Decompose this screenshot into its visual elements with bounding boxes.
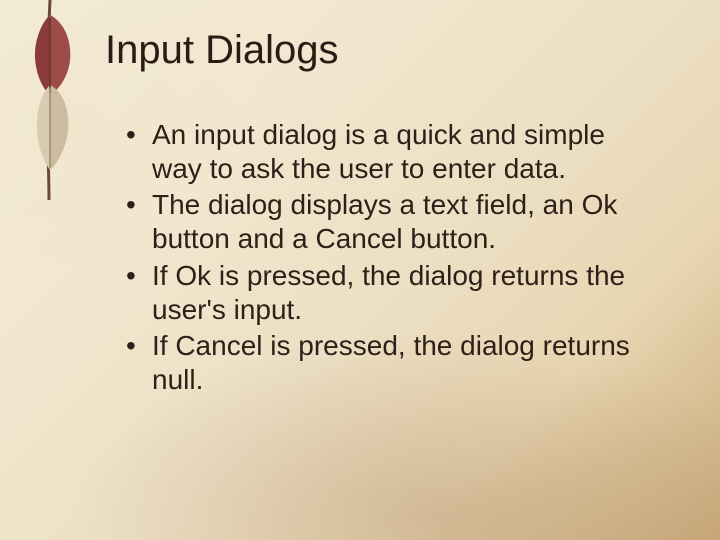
bullet-item: If Ok is pressed, the dialog returns the…: [122, 259, 660, 327]
bullet-item: An input dialog is a quick and simple wa…: [122, 118, 660, 186]
bullet-list: An input dialog is a quick and simple wa…: [122, 118, 660, 399]
bullet-item: If Cancel is pressed, the dialog returns…: [122, 329, 660, 397]
slide-title: Input Dialogs: [105, 28, 338, 73]
bullet-item: The dialog displays a text field, an Ok …: [122, 188, 660, 256]
leaf-decoration: [20, 0, 80, 200]
slide: Input Dialogs An input dialog is a quick…: [0, 0, 720, 540]
